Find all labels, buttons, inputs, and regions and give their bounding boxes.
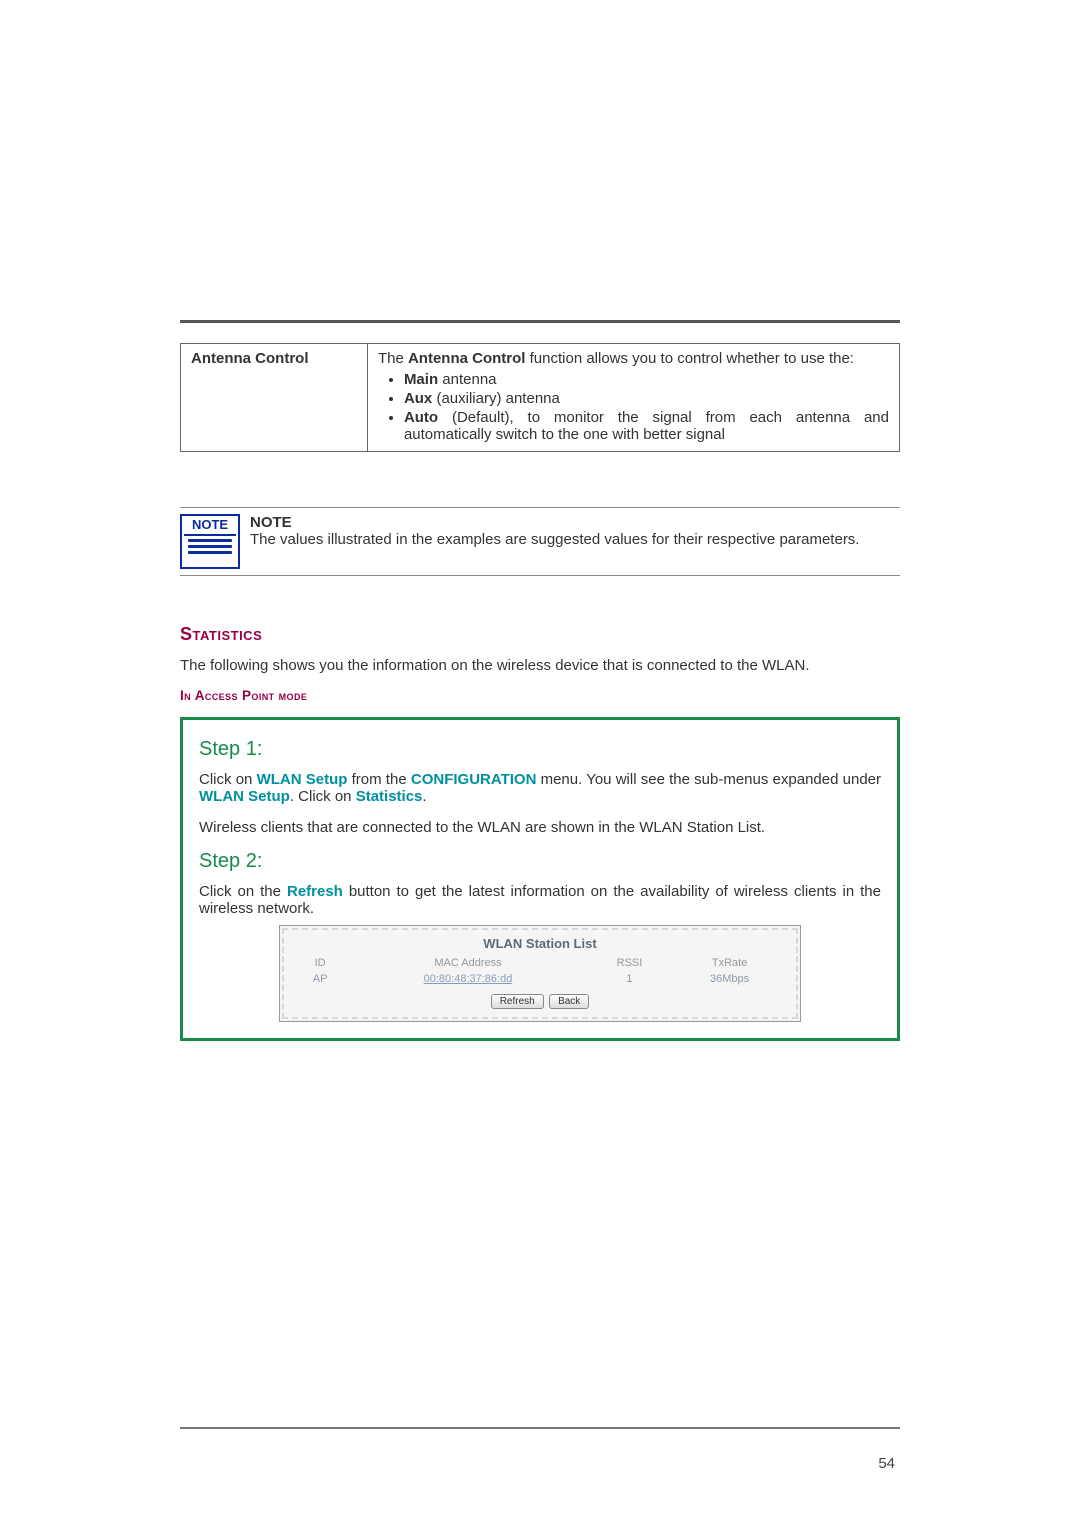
bullet-main-rest: antenna bbox=[438, 371, 496, 388]
cell-id: AP bbox=[292, 971, 348, 987]
col-id: ID bbox=[292, 955, 348, 971]
wlan-setup-link-2: WLAN Setup bbox=[199, 788, 290, 805]
cell-txrate: 36Mbps bbox=[671, 971, 788, 987]
cell-rssi: 1 bbox=[588, 971, 671, 987]
bullet-aux-bold: Aux bbox=[404, 390, 432, 407]
note-block: NOTE NOTE The values illustrated in the … bbox=[180, 507, 900, 576]
bullet-aux-rest: (auxiliary) antenna bbox=[432, 390, 560, 407]
page-number: 54 bbox=[878, 1455, 895, 1472]
antenna-bullet-list: Main antenna Aux (auxiliary) antenna Aut… bbox=[404, 371, 889, 443]
antenna-control-table: Antenna Control The Antenna Control func… bbox=[180, 343, 900, 452]
step1-p1: Click on WLAN Setup from the CONFIGURATI… bbox=[199, 771, 881, 805]
wlan-setup-link-1: WLAN Setup bbox=[257, 771, 348, 788]
antenna-control-desc: The Antenna Control function allows you … bbox=[367, 344, 899, 452]
note-heading: NOTE bbox=[250, 514, 900, 531]
wlan-station-table: ID MAC Address RSSI TxRate AP 00:80:48:3… bbox=[292, 955, 788, 987]
step2-p1: Click on the Refresh button to get the l… bbox=[199, 883, 881, 917]
statistics-heading: Statistics bbox=[180, 624, 900, 645]
horizontal-divider bbox=[180, 320, 900, 323]
note-icon-word: NOTE bbox=[184, 518, 236, 536]
intro-post: function allows you to control whether t… bbox=[525, 350, 854, 367]
col-txrate: TxRate bbox=[671, 955, 788, 971]
bullet-auto-bold: Auto bbox=[404, 409, 438, 426]
note-icon-lines bbox=[184, 539, 236, 554]
bullet-main-bold: Main bbox=[404, 371, 438, 388]
intro-pre: The bbox=[378, 350, 408, 367]
refresh-link: Refresh bbox=[287, 883, 343, 900]
note-body: The values illustrated in the examples a… bbox=[250, 531, 859, 548]
col-mac: MAC Address bbox=[348, 955, 588, 971]
cell-mac[interactable]: 00:80:48:37:86:dd bbox=[348, 971, 588, 987]
bullet-main: Main antenna bbox=[404, 371, 889, 388]
antenna-control-label: Antenna Control bbox=[181, 344, 368, 452]
step1-p1-d: . Click on bbox=[290, 788, 356, 805]
steps-box: Step 1: Click on WLAN Setup from the CON… bbox=[180, 717, 900, 1041]
step2-p1-a: Click on the bbox=[199, 883, 287, 900]
configuration-link: CONFIGURATION bbox=[411, 771, 537, 788]
statistics-intro: The following shows you the information … bbox=[180, 657, 900, 674]
bullet-auto: Auto (Default), to monitor the signal fr… bbox=[404, 409, 889, 443]
table-row: AP 00:80:48:37:86:dd 1 36Mbps bbox=[292, 971, 788, 987]
step1-p1-a: Click on bbox=[199, 771, 257, 788]
step2-title: Step 2: bbox=[199, 850, 881, 873]
refresh-button[interactable]: Refresh bbox=[491, 994, 544, 1009]
statistics-link: Statistics bbox=[356, 788, 423, 805]
step1-p1-e: . bbox=[422, 788, 426, 805]
step1-p2: Wireless clients that are connected to t… bbox=[199, 819, 881, 836]
step1-p1-b: from the bbox=[347, 771, 410, 788]
note-icon: NOTE bbox=[180, 514, 240, 569]
step1-title: Step 1: bbox=[199, 738, 881, 761]
wlan-screenshot: WLAN Station List ID MAC Address RSSI Tx… bbox=[279, 925, 801, 1022]
screenshot-title: WLAN Station List bbox=[292, 936, 788, 951]
intro-bold: Antenna Control bbox=[408, 350, 526, 367]
mode-heading: In Access Point mode bbox=[180, 688, 900, 703]
col-rssi: RSSI bbox=[588, 955, 671, 971]
bullet-aux: Aux (auxiliary) antenna bbox=[404, 390, 889, 407]
bullet-auto-rest: (Default), to monitor the signal from ea… bbox=[404, 409, 889, 443]
step1-p1-c: menu. You will see the sub-menus expande… bbox=[536, 771, 881, 788]
footer-divider bbox=[180, 1427, 900, 1429]
back-button[interactable]: Back bbox=[549, 994, 589, 1009]
note-text: NOTE The values illustrated in the examp… bbox=[250, 512, 900, 548]
